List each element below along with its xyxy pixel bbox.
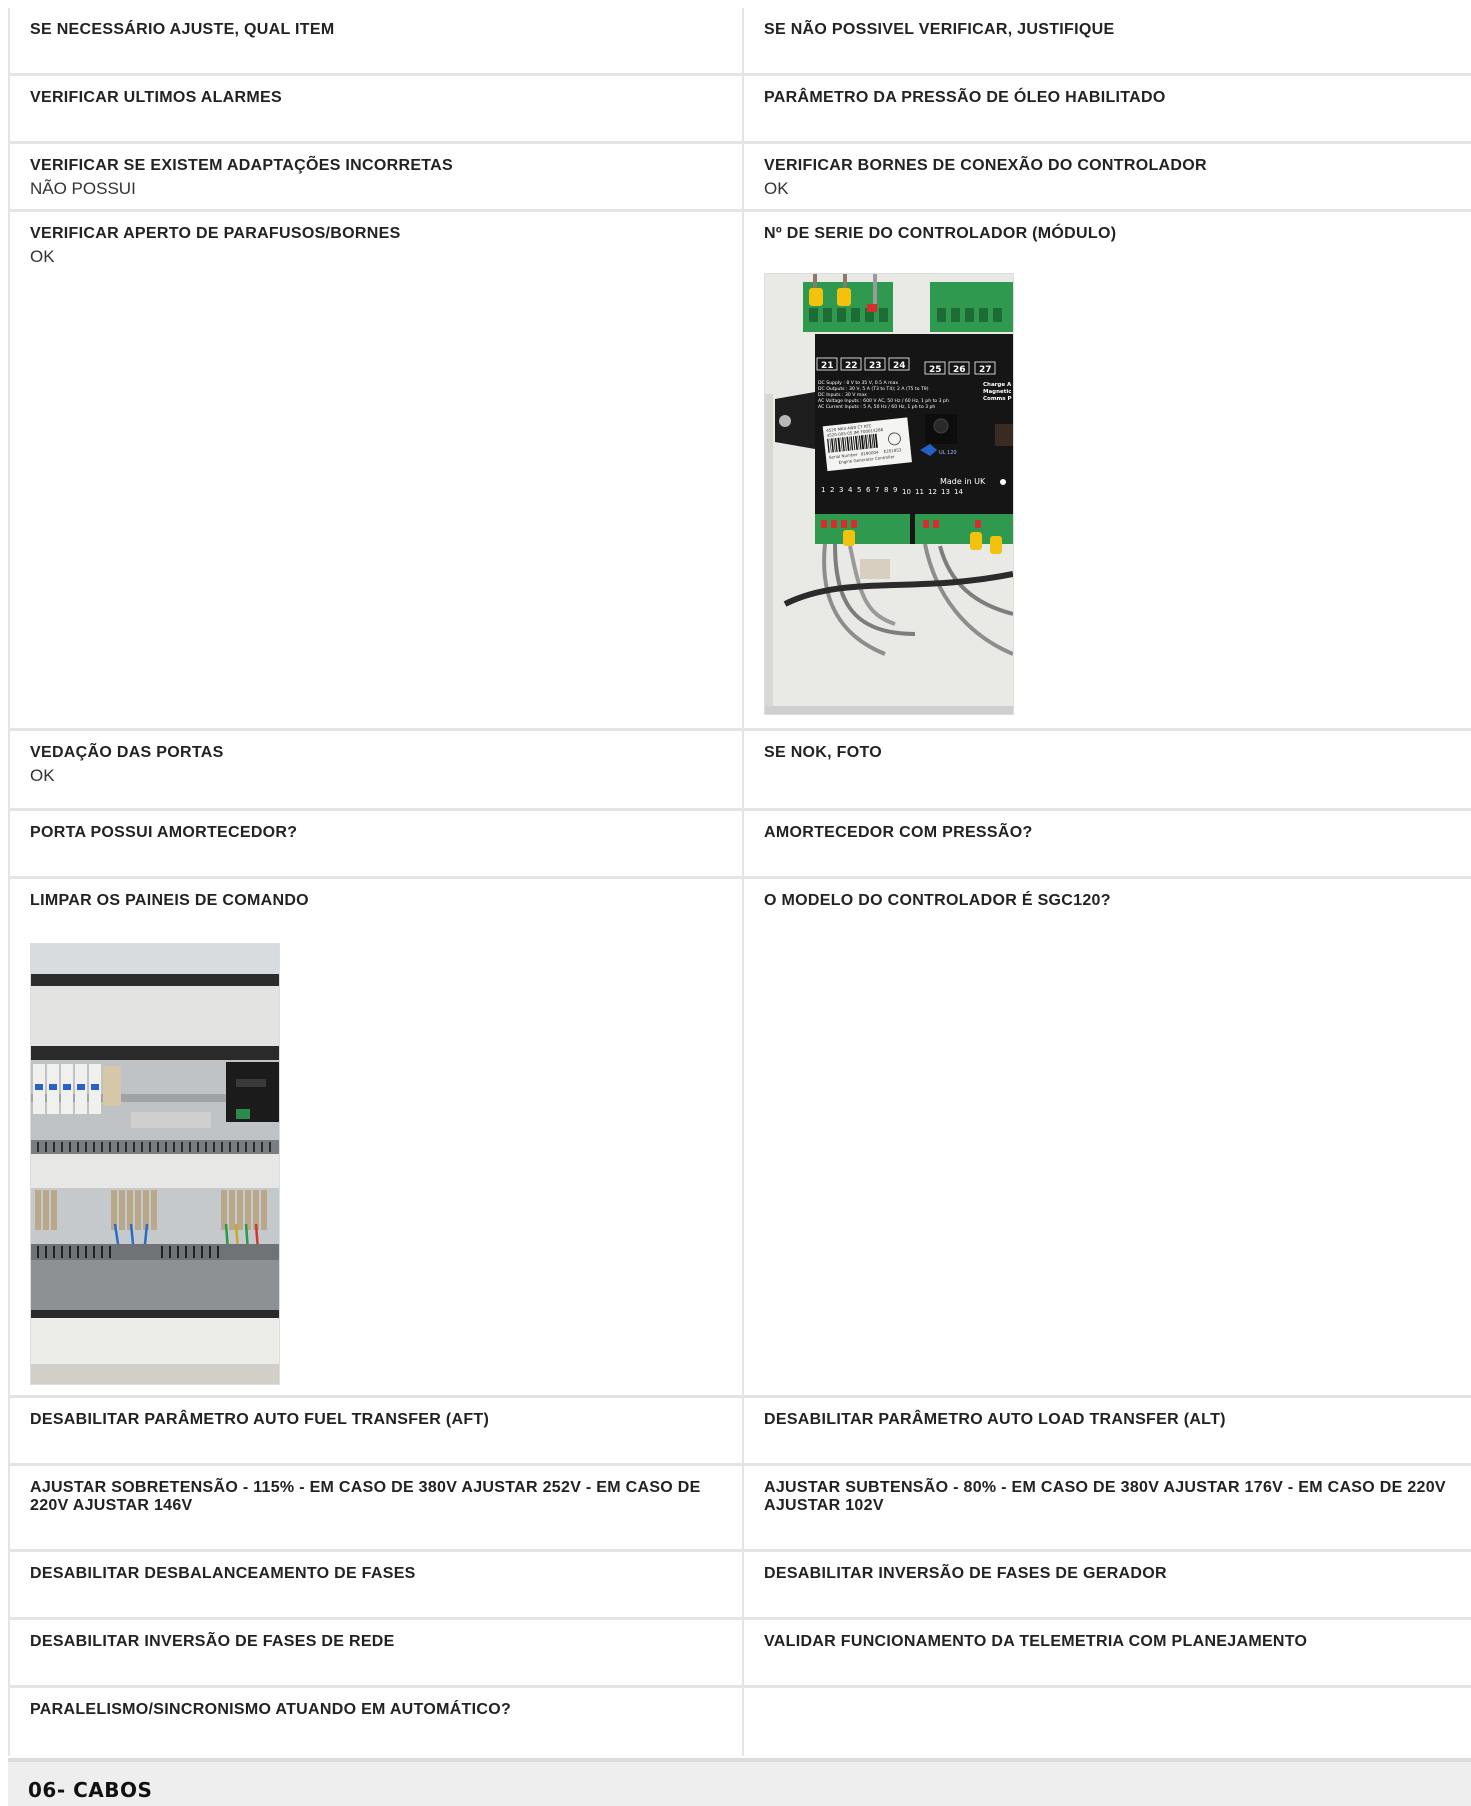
terminal-number: 27	[979, 365, 992, 375]
terminal-number: 7	[875, 486, 879, 494]
field-value: NÃO POSSUI	[30, 179, 136, 198]
form-row: DESABILITAR DESBALANCEAMENTO DE FASES DE…	[10, 1552, 1471, 1620]
form-field: VERIFICAR ULTIMOS ALARMES	[10, 76, 744, 141]
field-label: LIMPAR OS PAINEIS DE COMANDO	[30, 892, 309, 909]
form-row: PARALELISMO/SINCRONISMO ATUANDO EM AUTOM…	[10, 1688, 1471, 1756]
form-field: Nº DE SERIE DO CONTROLADOR (MÓDULO) 21 2…	[744, 212, 1471, 728]
terminal-number: 5	[857, 486, 861, 494]
form-field: VALIDAR FUNCIONAMENTO DA TELEMETRIA COM …	[744, 1620, 1471, 1685]
terminal-number: 14	[954, 488, 963, 496]
spec-line: AC Voltage Inputs : 600 V AC, 50 Hz / 60…	[818, 398, 949, 404]
form-field	[744, 1688, 1471, 1756]
form-field: PARÂMETRO DA PRESSÃO DE ÓLEO HABILITADO	[744, 76, 1471, 141]
form-field: O MODELO DO CONTROLADOR É SGC120?	[744, 879, 1471, 1395]
terminal-number: 21	[821, 361, 834, 371]
side-text: Comms P	[983, 396, 1012, 402]
svg-text:UL 120: UL 120	[939, 450, 957, 456]
form-field: DESABILITAR INVERSÃO DE FASES DE REDE	[10, 1620, 744, 1685]
form-row: DESABILITAR PARÂMETRO AUTO FUEL TRANSFER…	[10, 1398, 1471, 1466]
form-field: AJUSTAR SUBTENSÃO - 80% - EM CASO DE 380…	[744, 1466, 1471, 1549]
terminal-number: 8	[884, 486, 888, 494]
field-label: VEDAÇÃO DAS PORTAS	[30, 744, 224, 761]
terminal-number: 13	[941, 488, 950, 496]
form-field: PARALELISMO/SINCRONISMO ATUANDO EM AUTOM…	[10, 1688, 744, 1756]
field-label: VERIFICAR SE EXISTEM ADAPTAÇÕES INCORRET…	[30, 157, 454, 174]
terminal-number: 12	[928, 488, 937, 496]
field-label: SE NÃO POSSIVEL VERIFICAR, JUSTIFIQUE	[764, 21, 1115, 38]
form-field: VERIFICAR BORNES DE CONEXÃO DO CONTROLAD…	[744, 144, 1471, 209]
controller-photo[interactable]: 21 22 23 24 25 26 27 DC Supply : 8 V to …	[764, 273, 1014, 715]
field-label: VERIFICAR ULTIMOS ALARMES	[30, 89, 282, 106]
form-field: DESABILITAR DESBALANCEAMENTO DE FASES	[10, 1552, 744, 1617]
spec-line: AC Current Inputs : 5 A, 50 Hz / 60 Hz, …	[818, 404, 935, 410]
terminal-number: 3	[839, 486, 843, 494]
form-field: DESABILITAR PARÂMETRO AUTO FUEL TRANSFER…	[10, 1398, 744, 1463]
terminal-number: 10	[902, 488, 911, 496]
spec-line: DC Supply : 8 V to 35 V, 0.5 A max	[818, 380, 898, 386]
form-row: SE NECESSÁRIO AJUSTE, QUAL ITEM SE NÃO P…	[10, 8, 1471, 76]
inspection-form: SE NECESSÁRIO AJUSTE, QUAL ITEM SE NÃO P…	[8, 8, 1471, 1756]
form-row: LIMPAR OS PAINEIS DE COMANDO O MODELO DO…	[10, 879, 1471, 1398]
field-label: Nº DE SERIE DO CONTROLADOR (MÓDULO)	[764, 225, 1117, 242]
spec-line: DC Outputs : 30 V, 5 A (T3 to T4); 2 A (…	[818, 386, 929, 392]
form-field: PORTA POSSUI AMORTECEDOR?	[10, 811, 744, 876]
panel-photo[interactable]	[30, 943, 280, 1385]
section-header: 06- CABOS	[8, 1758, 1471, 1806]
field-value: OK	[30, 766, 55, 785]
field-label: DESABILITAR INVERSÃO DE FASES DE REDE	[30, 1633, 395, 1650]
side-text: Charge A	[983, 382, 1012, 388]
field-label: DESABILITAR PARÂMETRO AUTO FUEL TRANSFER…	[30, 1411, 490, 1428]
field-label: AJUSTAR SUBTENSÃO - 80% - EM CASO DE 380…	[764, 1479, 1446, 1514]
terminal-number: 2	[830, 486, 834, 494]
terminal-number: 23	[869, 361, 882, 371]
made-in-text: Made in UK	[940, 477, 986, 486]
form-field: VERIFICAR APERTO DE PARAFUSOS/BORNES OK	[10, 212, 744, 728]
side-text: Magnetic	[983, 389, 1012, 395]
terminal-number: 26	[953, 365, 966, 375]
form-row: VERIFICAR ULTIMOS ALARMES PARÂMETRO DA P…	[10, 76, 1471, 144]
terminal-number: 6	[866, 486, 871, 494]
form-row: AJUSTAR SOBRETENSÃO - 115% - EM CASO DE …	[10, 1466, 1471, 1552]
form-field: SE NECESSÁRIO AJUSTE, QUAL ITEM	[10, 8, 744, 73]
field-label: PARÂMETRO DA PRESSÃO DE ÓLEO HABILITADO	[764, 89, 1166, 106]
form-field: AMORTECEDOR COM PRESSÃO?	[744, 811, 1471, 876]
terminal-number: 11	[915, 488, 924, 496]
field-label: VERIFICAR APERTO DE PARAFUSOS/BORNES	[30, 225, 401, 242]
terminal-number: 22	[845, 361, 858, 371]
form-field: SE NOK, FOTO	[744, 731, 1471, 808]
terminal-number: 9	[893, 486, 897, 494]
form-field: VERIFICAR SE EXISTEM ADAPTAÇÕES INCORRET…	[10, 144, 744, 209]
field-label: DESABILITAR PARÂMETRO AUTO LOAD TRANSFER…	[764, 1411, 1226, 1428]
terminal-number: 1	[821, 486, 825, 494]
form-field: SE NÃO POSSIVEL VERIFICAR, JUSTIFIQUE	[744, 8, 1471, 73]
form-row: VEDAÇÃO DAS PORTAS OK SE NOK, FOTO	[10, 731, 1471, 811]
field-label: DESABILITAR INVERSÃO DE FASES DE GERADOR	[764, 1565, 1167, 1582]
field-label: SE NECESSÁRIO AJUSTE, QUAL ITEM	[30, 21, 335, 38]
form-field: AJUSTAR SOBRETENSÃO - 115% - EM CASO DE …	[10, 1466, 744, 1549]
field-label: VALIDAR FUNCIONAMENTO DA TELEMETRIA COM …	[764, 1633, 1308, 1650]
field-label: O MODELO DO CONTROLADOR É SGC120?	[764, 892, 1111, 909]
form-field: DESABILITAR PARÂMETRO AUTO LOAD TRANSFER…	[744, 1398, 1471, 1463]
terminal-number: 25	[929, 365, 942, 375]
field-label: PORTA POSSUI AMORTECEDOR?	[30, 824, 298, 841]
form-row: VERIFICAR APERTO DE PARAFUSOS/BORNES OK …	[10, 212, 1471, 731]
form-field: VEDAÇÃO DAS PORTAS OK	[10, 731, 744, 808]
field-label: AJUSTAR SOBRETENSÃO - 115% - EM CASO DE …	[30, 1479, 701, 1514]
field-label: AMORTECEDOR COM PRESSÃO?	[764, 824, 1033, 841]
field-value: OK	[764, 179, 789, 198]
field-label: DESABILITAR DESBALANCEAMENTO DE FASES	[30, 1565, 416, 1582]
section-title: 06- CABOS	[28, 1778, 153, 1802]
form-row: DESABILITAR INVERSÃO DE FASES DE REDE VA…	[10, 1620, 1471, 1688]
form-row: VERIFICAR SE EXISTEM ADAPTAÇÕES INCORRET…	[10, 144, 1471, 212]
field-label: VERIFICAR BORNES DE CONEXÃO DO CONTROLAD…	[764, 157, 1207, 174]
field-value: OK	[30, 247, 55, 266]
form-row: PORTA POSSUI AMORTECEDOR? AMORTECEDOR CO…	[10, 811, 1471, 879]
terminal-number: 24	[893, 361, 906, 371]
form-field: DESABILITAR INVERSÃO DE FASES DE GERADOR	[744, 1552, 1471, 1617]
field-label: PARALELISMO/SINCRONISMO ATUANDO EM AUTOM…	[30, 1701, 512, 1718]
spec-line: DC Inputs : 30 V max	[818, 392, 867, 398]
field-label: SE NOK, FOTO	[764, 744, 882, 761]
form-field: LIMPAR OS PAINEIS DE COMANDO	[10, 879, 744, 1395]
terminal-number: 4	[848, 486, 853, 494]
